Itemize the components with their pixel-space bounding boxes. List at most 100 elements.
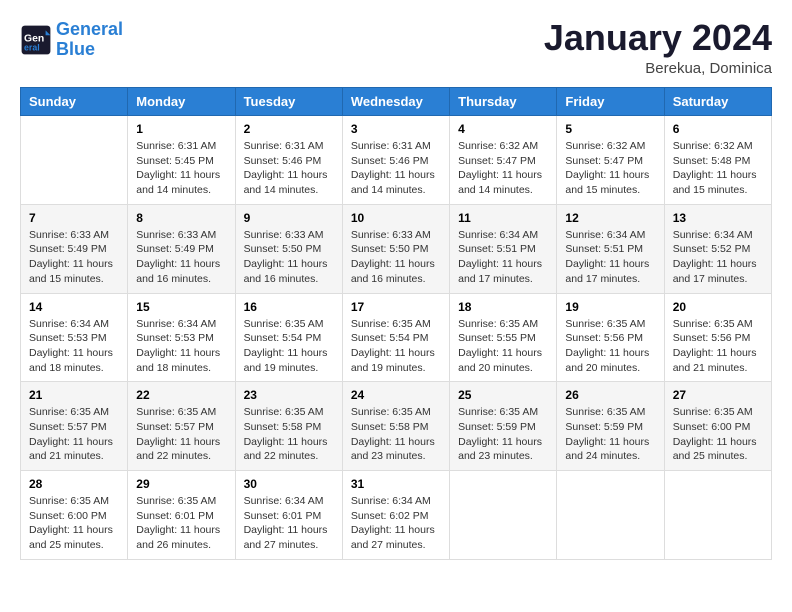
day-number: 12 bbox=[565, 211, 655, 225]
logo: Gen eral GeneralBlue bbox=[20, 20, 123, 60]
month-title: January 2024 bbox=[544, 20, 772, 56]
calendar-cell: 18 Sunrise: 6:35 AM Sunset: 5:55 PM Dayli… bbox=[450, 293, 557, 382]
calendar-cell: 13 Sunrise: 6:34 AM Sunset: 5:52 PM Dayli… bbox=[664, 204, 771, 293]
calendar-cell: 25 Sunrise: 6:35 AM Sunset: 5:59 PM Dayli… bbox=[450, 382, 557, 471]
day-number: 26 bbox=[565, 388, 655, 402]
day-info: Sunrise: 6:32 AM Sunset: 5:47 PM Dayligh… bbox=[458, 139, 548, 198]
calendar-cell: 28Sunrise: 6:35 AM Sunset: 6:00 PM Dayli… bbox=[21, 471, 128, 560]
calendar-cell: 8 Sunrise: 6:33 AM Sunset: 5:49 PM Daylig… bbox=[128, 204, 235, 293]
day-number: 8 bbox=[136, 211, 226, 225]
day-number: 25 bbox=[458, 388, 548, 402]
day-number: 13 bbox=[673, 211, 763, 225]
calendar-cell: 31 Sunrise: 6:34 AM Sunset: 6:02 PM Dayli… bbox=[342, 471, 449, 560]
day-number: 9 bbox=[244, 211, 334, 225]
day-info: Sunrise: 6:35 AM Sunset: 5:58 PM Dayligh… bbox=[351, 405, 441, 464]
day-number: 14 bbox=[29, 300, 119, 314]
day-number: 7 bbox=[29, 211, 119, 225]
day-info: Sunrise: 6:35 AM Sunset: 5:59 PM Dayligh… bbox=[458, 405, 548, 464]
day-number: 11 bbox=[458, 211, 548, 225]
calendar-row: 28Sunrise: 6:35 AM Sunset: 6:00 PM Dayli… bbox=[21, 471, 772, 560]
calendar-row: 7 Sunrise: 6:33 AM Sunset: 5:49 PM Daylig… bbox=[21, 204, 772, 293]
weekday-header: Friday bbox=[557, 88, 664, 116]
calendar-cell: 15 Sunrise: 6:34 AM Sunset: 5:53 PM Dayli… bbox=[128, 293, 235, 382]
calendar-cell: 16Sunrise: 6:35 AM Sunset: 5:54 PM Dayli… bbox=[235, 293, 342, 382]
day-number: 1 bbox=[136, 122, 226, 136]
calendar-cell: 6 Sunrise: 6:32 AM Sunset: 5:48 PM Daylig… bbox=[664, 116, 771, 205]
calendar-cell: 22 Sunrise: 6:35 AM Sunset: 5:57 PM Dayli… bbox=[128, 382, 235, 471]
day-info: Sunrise: 6:35 AM Sunset: 5:56 PM Dayligh… bbox=[673, 317, 763, 376]
day-info: Sunrise: 6:32 AM Sunset: 5:47 PM Dayligh… bbox=[565, 139, 655, 198]
header-row: SundayMondayTuesdayWednesdayThursdayFrid… bbox=[21, 88, 772, 116]
day-number: 3 bbox=[351, 122, 441, 136]
day-info: Sunrise: 6:33 AM Sunset: 5:50 PM Dayligh… bbox=[244, 228, 334, 287]
day-info: Sunrise: 6:35 AM Sunset: 5:55 PM Dayligh… bbox=[458, 317, 548, 376]
logo-icon: Gen eral bbox=[20, 24, 52, 56]
day-number: 18 bbox=[458, 300, 548, 314]
day-info: Sunrise: 6:31 AM Sunset: 5:45 PM Dayligh… bbox=[136, 139, 226, 198]
day-number: 2 bbox=[244, 122, 334, 136]
calendar-cell: 30Sunrise: 6:34 AM Sunset: 6:01 PM Dayli… bbox=[235, 471, 342, 560]
day-info: Sunrise: 6:33 AM Sunset: 5:50 PM Dayligh… bbox=[351, 228, 441, 287]
weekday-header: Thursday bbox=[450, 88, 557, 116]
day-info: Sunrise: 6:34 AM Sunset: 6:02 PM Dayligh… bbox=[351, 494, 441, 553]
day-number: 17 bbox=[351, 300, 441, 314]
calendar-cell bbox=[664, 471, 771, 560]
day-number: 30 bbox=[244, 477, 334, 491]
weekday-header: Saturday bbox=[664, 88, 771, 116]
page-header: Gen eral GeneralBlue January 2024 Bereku… bbox=[20, 20, 772, 77]
day-info: Sunrise: 6:35 AM Sunset: 5:54 PM Dayligh… bbox=[351, 317, 441, 376]
weekday-header: Monday bbox=[128, 88, 235, 116]
calendar-cell: 21 Sunrise: 6:35 AM Sunset: 5:57 PM Dayli… bbox=[21, 382, 128, 471]
calendar-cell: 20Sunrise: 6:35 AM Sunset: 5:56 PM Dayli… bbox=[664, 293, 771, 382]
day-info: Sunrise: 6:35 AM Sunset: 5:54 PM Dayligh… bbox=[244, 317, 334, 376]
day-number: 28 bbox=[29, 477, 119, 491]
day-number: 23 bbox=[244, 388, 334, 402]
day-info: Sunrise: 6:31 AM Sunset: 5:46 PM Dayligh… bbox=[244, 139, 334, 198]
calendar-cell: 14Sunrise: 6:34 AM Sunset: 5:53 PM Dayli… bbox=[21, 293, 128, 382]
calendar-cell: 29Sunrise: 6:35 AM Sunset: 6:01 PM Dayli… bbox=[128, 471, 235, 560]
calendar-cell bbox=[21, 116, 128, 205]
calendar-cell: 17 Sunrise: 6:35 AM Sunset: 5:54 PM Dayli… bbox=[342, 293, 449, 382]
day-number: 4 bbox=[458, 122, 548, 136]
day-info: Sunrise: 6:34 AM Sunset: 5:53 PM Dayligh… bbox=[136, 317, 226, 376]
day-info: Sunrise: 6:35 AM Sunset: 5:57 PM Dayligh… bbox=[136, 405, 226, 464]
calendar-cell: 3 Sunrise: 6:31 AM Sunset: 5:46 PM Daylig… bbox=[342, 116, 449, 205]
calendar-cell: 27 Sunrise: 6:35 AM Sunset: 6:00 PM Dayli… bbox=[664, 382, 771, 471]
day-info: Sunrise: 6:35 AM Sunset: 5:58 PM Dayligh… bbox=[244, 405, 334, 464]
day-info: Sunrise: 6:34 AM Sunset: 5:52 PM Dayligh… bbox=[673, 228, 763, 287]
day-info: Sunrise: 6:33 AM Sunset: 5:49 PM Dayligh… bbox=[29, 228, 119, 287]
day-info: Sunrise: 6:33 AM Sunset: 5:49 PM Dayligh… bbox=[136, 228, 226, 287]
day-number: 15 bbox=[136, 300, 226, 314]
calendar-cell: 12 Sunrise: 6:34 AM Sunset: 5:51 PM Dayli… bbox=[557, 204, 664, 293]
day-number: 21 bbox=[29, 388, 119, 402]
day-number: 31 bbox=[351, 477, 441, 491]
calendar-cell bbox=[557, 471, 664, 560]
day-info: Sunrise: 6:32 AM Sunset: 5:48 PM Dayligh… bbox=[673, 139, 763, 198]
day-info: Sunrise: 6:35 AM Sunset: 6:01 PM Dayligh… bbox=[136, 494, 226, 553]
day-info: Sunrise: 6:35 AM Sunset: 6:00 PM Dayligh… bbox=[673, 405, 763, 464]
calendar-cell: 9 Sunrise: 6:33 AM Sunset: 5:50 PM Daylig… bbox=[235, 204, 342, 293]
calendar-cell bbox=[450, 471, 557, 560]
calendar-cell: 7 Sunrise: 6:33 AM Sunset: 5:49 PM Daylig… bbox=[21, 204, 128, 293]
calendar-cell: 2 Sunrise: 6:31 AM Sunset: 5:46 PM Daylig… bbox=[235, 116, 342, 205]
day-info: Sunrise: 6:35 AM Sunset: 5:59 PM Dayligh… bbox=[565, 405, 655, 464]
calendar-cell: 11Sunrise: 6:34 AM Sunset: 5:51 PM Dayli… bbox=[450, 204, 557, 293]
day-info: Sunrise: 6:31 AM Sunset: 5:46 PM Dayligh… bbox=[351, 139, 441, 198]
calendar-table: SundayMondayTuesdayWednesdayThursdayFrid… bbox=[20, 87, 772, 560]
svg-text:eral: eral bbox=[24, 42, 40, 52]
calendar-cell: 26 Sunrise: 6:35 AM Sunset: 5:59 PM Dayli… bbox=[557, 382, 664, 471]
day-number: 6 bbox=[673, 122, 763, 136]
calendar-cell: 19Sunrise: 6:35 AM Sunset: 5:56 PM Dayli… bbox=[557, 293, 664, 382]
day-number: 27 bbox=[673, 388, 763, 402]
calendar-row: 14 Sunrise: 6:34 AM Sunset: 5:53 PM Dayli… bbox=[21, 293, 772, 382]
day-number: 24 bbox=[351, 388, 441, 402]
day-number: 19 bbox=[565, 300, 655, 314]
day-info: Sunrise: 6:35 AM Sunset: 5:57 PM Dayligh… bbox=[29, 405, 119, 464]
weekday-header: Sunday bbox=[21, 88, 128, 116]
day-info: Sunrise: 6:34 AM Sunset: 5:51 PM Dayligh… bbox=[565, 228, 655, 287]
day-number: 22 bbox=[136, 388, 226, 402]
calendar-cell: 4 Sunrise: 6:32 AM Sunset: 5:47 PM Daylig… bbox=[450, 116, 557, 205]
calendar-cell: 10Sunrise: 6:33 AM Sunset: 5:50 PM Dayli… bbox=[342, 204, 449, 293]
calendar-cell: 23 Sunrise: 6:35 AM Sunset: 5:58 PM Dayli… bbox=[235, 382, 342, 471]
calendar-row: 1 Sunrise: 6:31 AM Sunset: 5:45 PM Daylig… bbox=[21, 116, 772, 205]
